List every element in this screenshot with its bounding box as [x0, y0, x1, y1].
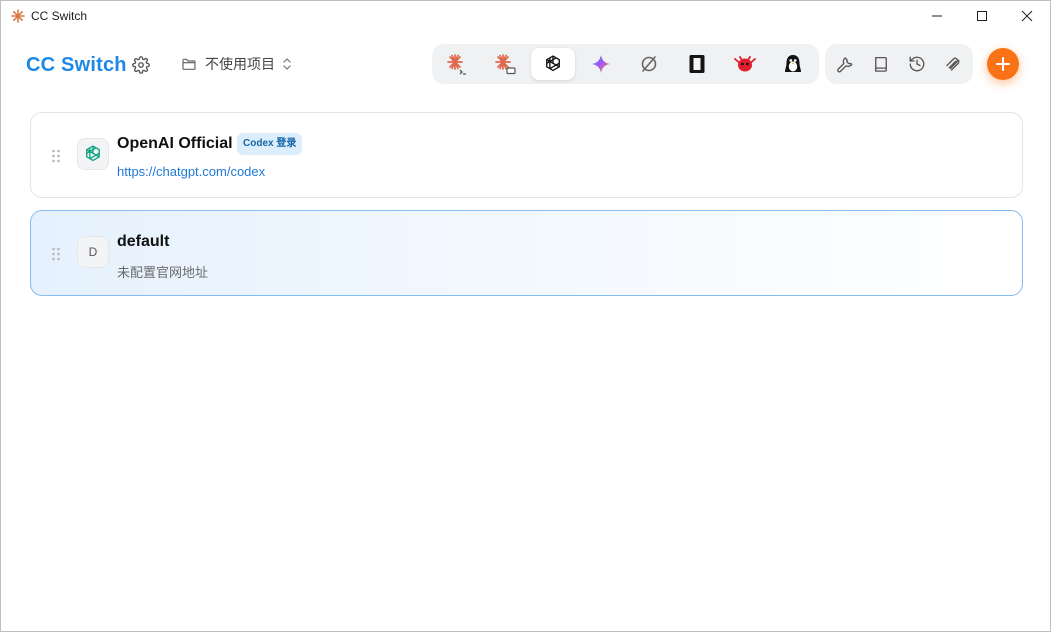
opencode-icon — [641, 56, 657, 72]
project-selector[interactable]: 不使用项目 — [181, 53, 293, 75]
gemini-icon — [592, 55, 610, 73]
title-bar: CC Switch — [1, 1, 1050, 31]
app-logo-icon — [11, 9, 25, 23]
provider-badge: Codex 登录 — [237, 133, 303, 155]
red-mascot-icon — [734, 56, 756, 72]
tools-button[interactable] — [835, 54, 855, 74]
wrench-icon — [837, 57, 853, 73]
openai-codex-icon — [546, 55, 560, 72]
chevron-updown-icon — [283, 58, 291, 70]
tab-red-mascot[interactable] — [723, 48, 767, 80]
drag-handle-icon[interactable] — [51, 247, 61, 261]
app-window: CC Switch CC Switch 不使用项目 OpenAI Officia… — [0, 0, 1051, 632]
openai-logo-icon — [86, 145, 100, 162]
window-title: CC Switch — [31, 9, 88, 23]
maximize-button[interactable] — [959, 1, 1005, 31]
minimize-icon — [932, 15, 942, 17]
provider-name: default — [117, 233, 170, 250]
provider-name: OpenAI Official — [117, 135, 233, 152]
paperclip-icon — [946, 57, 960, 71]
brand-title: CC Switch — [26, 54, 127, 76]
tool-group — [825, 44, 973, 84]
provider-card-active[interactable]: D default 未配置官网地址 — [30, 210, 1023, 296]
tab-penguin[interactable] — [771, 48, 815, 80]
claude-code-icon — [447, 54, 466, 75]
tab-claude-desktop[interactable] — [483, 48, 527, 80]
plus-icon — [996, 57, 1010, 71]
tab-terminal-app[interactable] — [675, 48, 719, 80]
claude-desktop-icon — [495, 54, 516, 75]
close-icon — [1021, 10, 1033, 22]
provider-subtitle: 未配置官网地址 — [117, 265, 209, 280]
provider-initial-avatar: D — [77, 236, 109, 268]
provider-card[interactable]: OpenAI Official Codex 登录 https://chatgpt… — [30, 112, 1023, 198]
tab-opencode[interactable] — [627, 48, 671, 80]
terminal-app-icon — [689, 55, 705, 73]
drag-handle-icon[interactable] — [51, 149, 61, 163]
tab-claude-code[interactable] — [435, 48, 479, 80]
tab-openai-codex[interactable] — [531, 48, 575, 80]
history-icon — [909, 56, 925, 72]
provider-url-link[interactable]: https://chatgpt.com/codex — [117, 164, 265, 179]
book-icon — [875, 56, 887, 72]
gear-icon — [132, 56, 150, 74]
project-label: 不使用项目 — [205, 56, 275, 72]
prompts-button[interactable] — [871, 54, 891, 74]
minimize-button[interactable] — [914, 1, 960, 31]
mcp-button[interactable] — [943, 54, 963, 74]
settings-button[interactable] — [132, 56, 150, 74]
tab-gemini[interactable] — [579, 48, 623, 80]
provider-icon — [77, 138, 109, 170]
history-button[interactable] — [907, 54, 927, 74]
add-provider-button[interactable] — [987, 48, 1019, 80]
penguin-icon — [785, 55, 801, 72]
close-button[interactable] — [1004, 1, 1050, 31]
app-switcher — [432, 44, 819, 84]
folder-icon — [182, 58, 196, 70]
maximize-icon — [977, 11, 987, 21]
